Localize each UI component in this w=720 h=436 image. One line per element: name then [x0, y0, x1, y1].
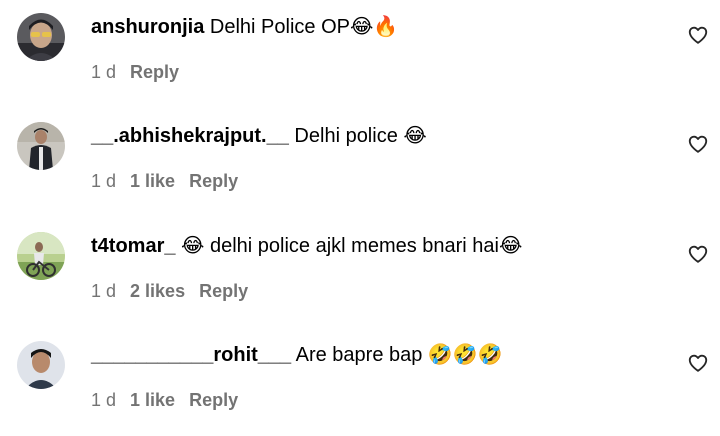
avatar[interactable]	[17, 341, 65, 389]
reply-button[interactable]: Reply	[189, 171, 238, 191]
like-button[interactable]	[687, 24, 709, 46]
like-button[interactable]	[687, 133, 709, 155]
comment-text: Delhi police 😂	[288, 125, 427, 147]
comment-username[interactable]: anshuronjia	[91, 16, 204, 38]
like-button[interactable]	[687, 243, 709, 265]
comment-item: t4tomar_ 😂 delhi police ajkl memes bnari…	[0, 219, 720, 327]
avatar-icon	[17, 122, 65, 170]
comment-line: t4tomar_ 😂 delhi police ajkl memes bnari…	[91, 233, 522, 259]
comment-meta: 1 d Reply	[91, 61, 179, 83]
comment-item: __.abhishekrajput.__ Delhi police 😂 1 d1…	[0, 109, 720, 217]
like-button[interactable]	[687, 352, 709, 374]
comment-username[interactable]: t4tomar_	[91, 235, 175, 257]
comment-time: 1 d	[91, 281, 117, 301]
comment-item: ___________rohit___ Are bapre bap 🤣🤣🤣 1 …	[0, 328, 720, 436]
like-count[interactable]: 1 like	[130, 171, 175, 191]
comment-meta: 1 d 1 like Reply	[91, 170, 238, 192]
heart-outline-icon	[688, 245, 708, 263]
comment-time: 1 d	[91, 171, 117, 191]
reply-button[interactable]: Reply	[199, 281, 248, 301]
comment-text: Are bapre bap 🤣🤣🤣	[291, 344, 503, 366]
avatar[interactable]	[17, 232, 65, 280]
comment-time: 1 d	[91, 62, 117, 82]
like-count[interactable]: 2 likes	[130, 281, 185, 301]
avatar[interactable]	[17, 13, 65, 61]
avatar-icon	[17, 341, 65, 389]
heart-outline-icon	[688, 354, 708, 372]
comment-time: 1 d	[91, 390, 117, 410]
avatar[interactable]	[17, 122, 65, 170]
comment-item: anshuronjia Delhi Police OP😂🔥 1 d Reply	[0, 0, 720, 108]
avatar-icon	[17, 232, 65, 280]
reply-button[interactable]: Reply	[130, 62, 179, 82]
like-count[interactable]: 1 like	[130, 390, 175, 410]
heart-outline-icon	[688, 26, 708, 44]
comment-line: anshuronjia Delhi Police OP😂🔥	[91, 14, 398, 40]
avatar-icon	[17, 13, 65, 61]
comment-text: 😂 delhi police ajkl memes bnari hai😂	[175, 235, 523, 257]
comment-username[interactable]: __.abhishekrajput.__	[91, 125, 289, 147]
comment-line: __.abhishekrajput.__ Delhi police 😂	[91, 123, 427, 149]
comment-line: ___________rohit___ Are bapre bap 🤣🤣🤣	[91, 342, 503, 368]
comment-username[interactable]: ___________rohit___	[91, 344, 291, 366]
comment-meta: 1 d 1 like Reply	[91, 389, 238, 411]
comment-text: Delhi Police OP😂🔥	[204, 16, 399, 38]
comment-meta: 1 d 2 likes Reply	[91, 280, 248, 302]
reply-button[interactable]: Reply	[189, 390, 238, 410]
heart-outline-icon	[688, 135, 708, 153]
